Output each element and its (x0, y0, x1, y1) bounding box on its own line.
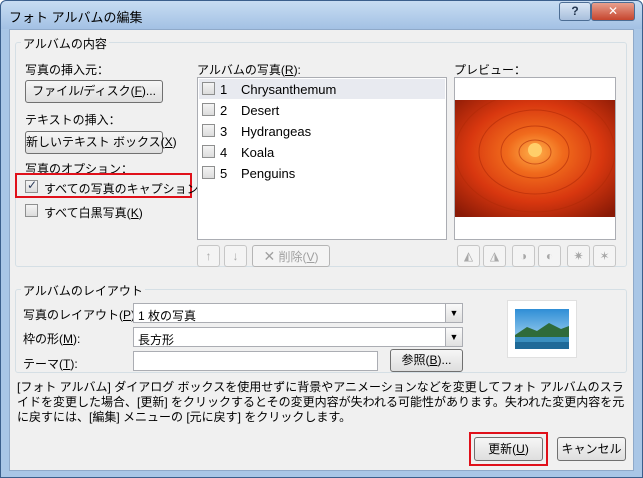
photo-checkbox[interactable] (202, 145, 215, 158)
move-down-button[interactable]: ↓ (224, 245, 247, 267)
cancel-button[interactable]: キャンセル (557, 437, 626, 461)
photo-checkbox[interactable] (202, 103, 215, 116)
brightness-down-icon: ✶ (599, 249, 610, 263)
theme-label: テーマ(T): (23, 357, 78, 371)
photo-list-item[interactable]: 5 Penguins (199, 163, 445, 183)
chrysanthemum-image (455, 100, 615, 217)
chevron-down-icon[interactable]: ▼ (445, 328, 462, 346)
brightness-up-icon: ✷ (573, 249, 584, 263)
dialog-window: フォト アルバムの編集 ? ✕ アルバムの内容 写真の挿入元： ファイル/ディス… (0, 0, 643, 478)
window-title: フォト アルバムの編集 (9, 10, 143, 25)
album-layout-label: アルバムのレイアウト (21, 282, 145, 299)
new-textbox-button[interactable]: 新しいテキスト ボックス(X) (25, 131, 177, 154)
picture-layout-label: 写真のレイアウト(P): (23, 308, 138, 322)
preview-label: プレビュー： (454, 63, 527, 77)
photo-list-item[interactable]: 1 Chrysanthemum (199, 79, 445, 99)
photo-list-item[interactable]: 3 Hydrangeas (199, 121, 445, 141)
update-button[interactable]: 更新(U) (474, 437, 543, 461)
delete-button[interactable]: ✕ 削除(V) (252, 245, 330, 267)
photo-list-item[interactable]: 4 Koala (199, 142, 445, 162)
caption-all-label[interactable]: すべての写真のキャプション(A) (44, 180, 215, 197)
insert-text-label: テキストの挿入： (25, 113, 121, 127)
preview-pane (454, 77, 616, 240)
bw-all-checkbox[interactable] (25, 204, 38, 217)
frame-shape-label: 枠の形(M): (23, 332, 81, 346)
dialog-client: アルバムの内容 写真の挿入元： ファイル/ディスク(F)... テキストの挿入：… (9, 29, 634, 471)
album-contents-label: アルバムの内容 (21, 35, 109, 52)
photo-checkbox[interactable] (202, 82, 215, 95)
frame-shape-select[interactable]: 長方形 ▼ (133, 327, 463, 347)
browse-button[interactable]: 参照(B)... (390, 349, 463, 372)
delete-x-icon: ✕ (263, 248, 276, 264)
bw-all-label[interactable]: すべて白黒写真(K) (44, 204, 143, 221)
landscape-thumbnail-image (515, 309, 569, 349)
insert-from-label: 写真の挿入元： (25, 63, 110, 77)
photo-checkbox[interactable] (202, 166, 215, 179)
rotate-right-icon: ◮ (489, 249, 500, 263)
layout-preview (507, 300, 577, 358)
album-photos-label: アルバムの写真(R): (197, 63, 301, 77)
caption-all-checkbox[interactable] (25, 178, 38, 193)
photo-list-item[interactable]: 2 Desert (199, 100, 445, 120)
rotate-left-icon: ◭ (463, 249, 474, 263)
title-bar[interactable]: フォト アルバムの編集 ? ✕ (1, 1, 642, 29)
photo-checkbox[interactable] (202, 124, 215, 137)
picture-layout-select[interactable]: 1 枚の写真 ▼ (133, 303, 463, 323)
contrast-up-button[interactable]: ◑ (512, 245, 535, 267)
close-button[interactable]: ✕ (591, 2, 635, 21)
theme-field[interactable] (133, 351, 378, 371)
contrast-up-icon: ◑ (519, 249, 528, 263)
move-up-button[interactable]: ↑ (197, 245, 220, 267)
info-note: [フォト アルバム] ダイアログ ボックスを使用せずに背景やアニメーションなどを… (17, 380, 625, 424)
contrast-down-button[interactable]: ◐ (538, 245, 561, 267)
chevron-down-icon[interactable]: ▼ (445, 304, 462, 322)
arrow-down-icon: ↓ (232, 249, 239, 263)
brightness-down-button[interactable]: ✶ (593, 245, 616, 267)
brightness-up-button[interactable]: ✷ (567, 245, 590, 267)
arrow-up-icon: ↑ (205, 249, 212, 263)
rotate-left-button[interactable]: ◭ (457, 245, 480, 267)
help-button[interactable]: ? (559, 2, 591, 21)
rotate-right-button[interactable]: ◮ (483, 245, 506, 267)
contrast-down-icon: ◐ (545, 249, 554, 263)
album-photos-list[interactable]: 1 Chrysanthemum 2 Desert 3 Hydrangeas 4 … (197, 77, 447, 240)
file-disk-button[interactable]: ファイル/ディスク(F)... (25, 80, 163, 103)
